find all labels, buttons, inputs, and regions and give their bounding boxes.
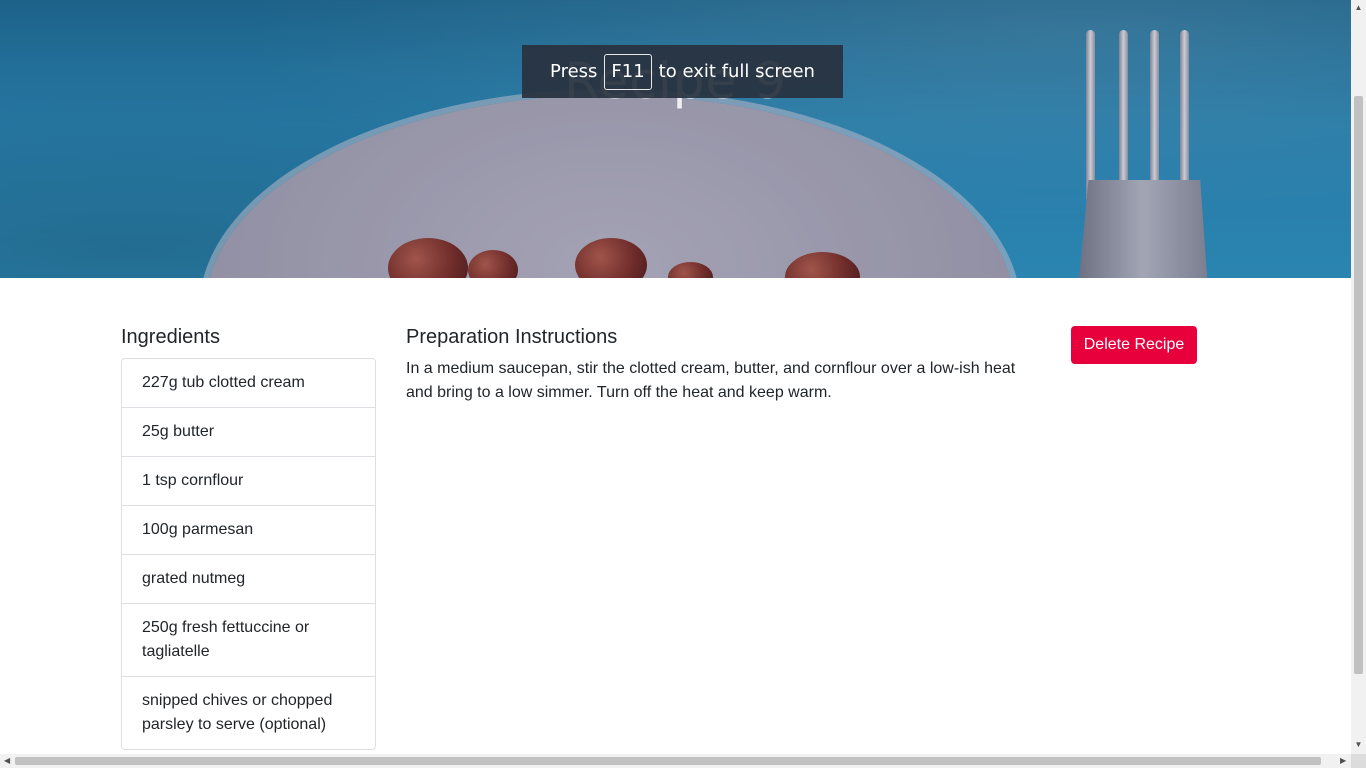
fullscreen-notice: Press F11 to exit full screen — [522, 45, 843, 98]
f11-key-badge: F11 — [604, 53, 652, 90]
ingredient-item: 100g parmesan — [122, 506, 375, 555]
delete-recipe-button[interactable]: Delete Recipe — [1071, 326, 1197, 364]
hero-overlay — [0, 0, 1351, 278]
instructions-text: In a medium saucepan, stir the clotted c… — [406, 360, 1016, 401]
vertical-scroll-thumb[interactable] — [1354, 96, 1363, 674]
vertical-scrollbar[interactable]: ▲ ▼ — [1351, 0, 1366, 754]
ingredient-item: 250g fresh fettuccine or tagliatelle — [122, 604, 375, 677]
ingredient-item: grated nutmeg — [122, 555, 375, 604]
horizontal-scroll-thumb[interactable] — [15, 757, 1321, 765]
instructions-heading: Preparation Instructions — [406, 326, 618, 348]
ingredient-item: snipped chives or chopped parsley to ser… — [142, 692, 333, 733]
ingredient-item: 1 tsp cornflour — [122, 457, 375, 506]
scroll-left-arrow-icon[interactable]: ◀ — [4, 754, 10, 768]
scroll-up-arrow-icon[interactable]: ▲ — [1351, 3, 1366, 12]
ingredients-list: 227g tub clotted cream 25g butter 1 tsp … — [121, 358, 376, 750]
scroll-right-arrow-icon[interactable]: ▶ — [1340, 754, 1346, 768]
hero-banner: Recipe 9 — [0, 0, 1351, 278]
ingredients-heading: Ingredients — [121, 326, 220, 348]
fullscreen-notice-press: Press — [550, 61, 598, 82]
horizontal-scrollbar[interactable]: ◀ ▶ — [0, 754, 1351, 768]
ingredient-item: 25g butter — [122, 408, 375, 457]
scrollbar-corner — [1351, 754, 1366, 768]
scroll-down-arrow-icon[interactable]: ▼ — [1351, 740, 1366, 749]
fullscreen-notice-suffix: to exit full screen — [658, 61, 815, 82]
ingredient-item: 227g tub clotted cream — [122, 359, 375, 408]
